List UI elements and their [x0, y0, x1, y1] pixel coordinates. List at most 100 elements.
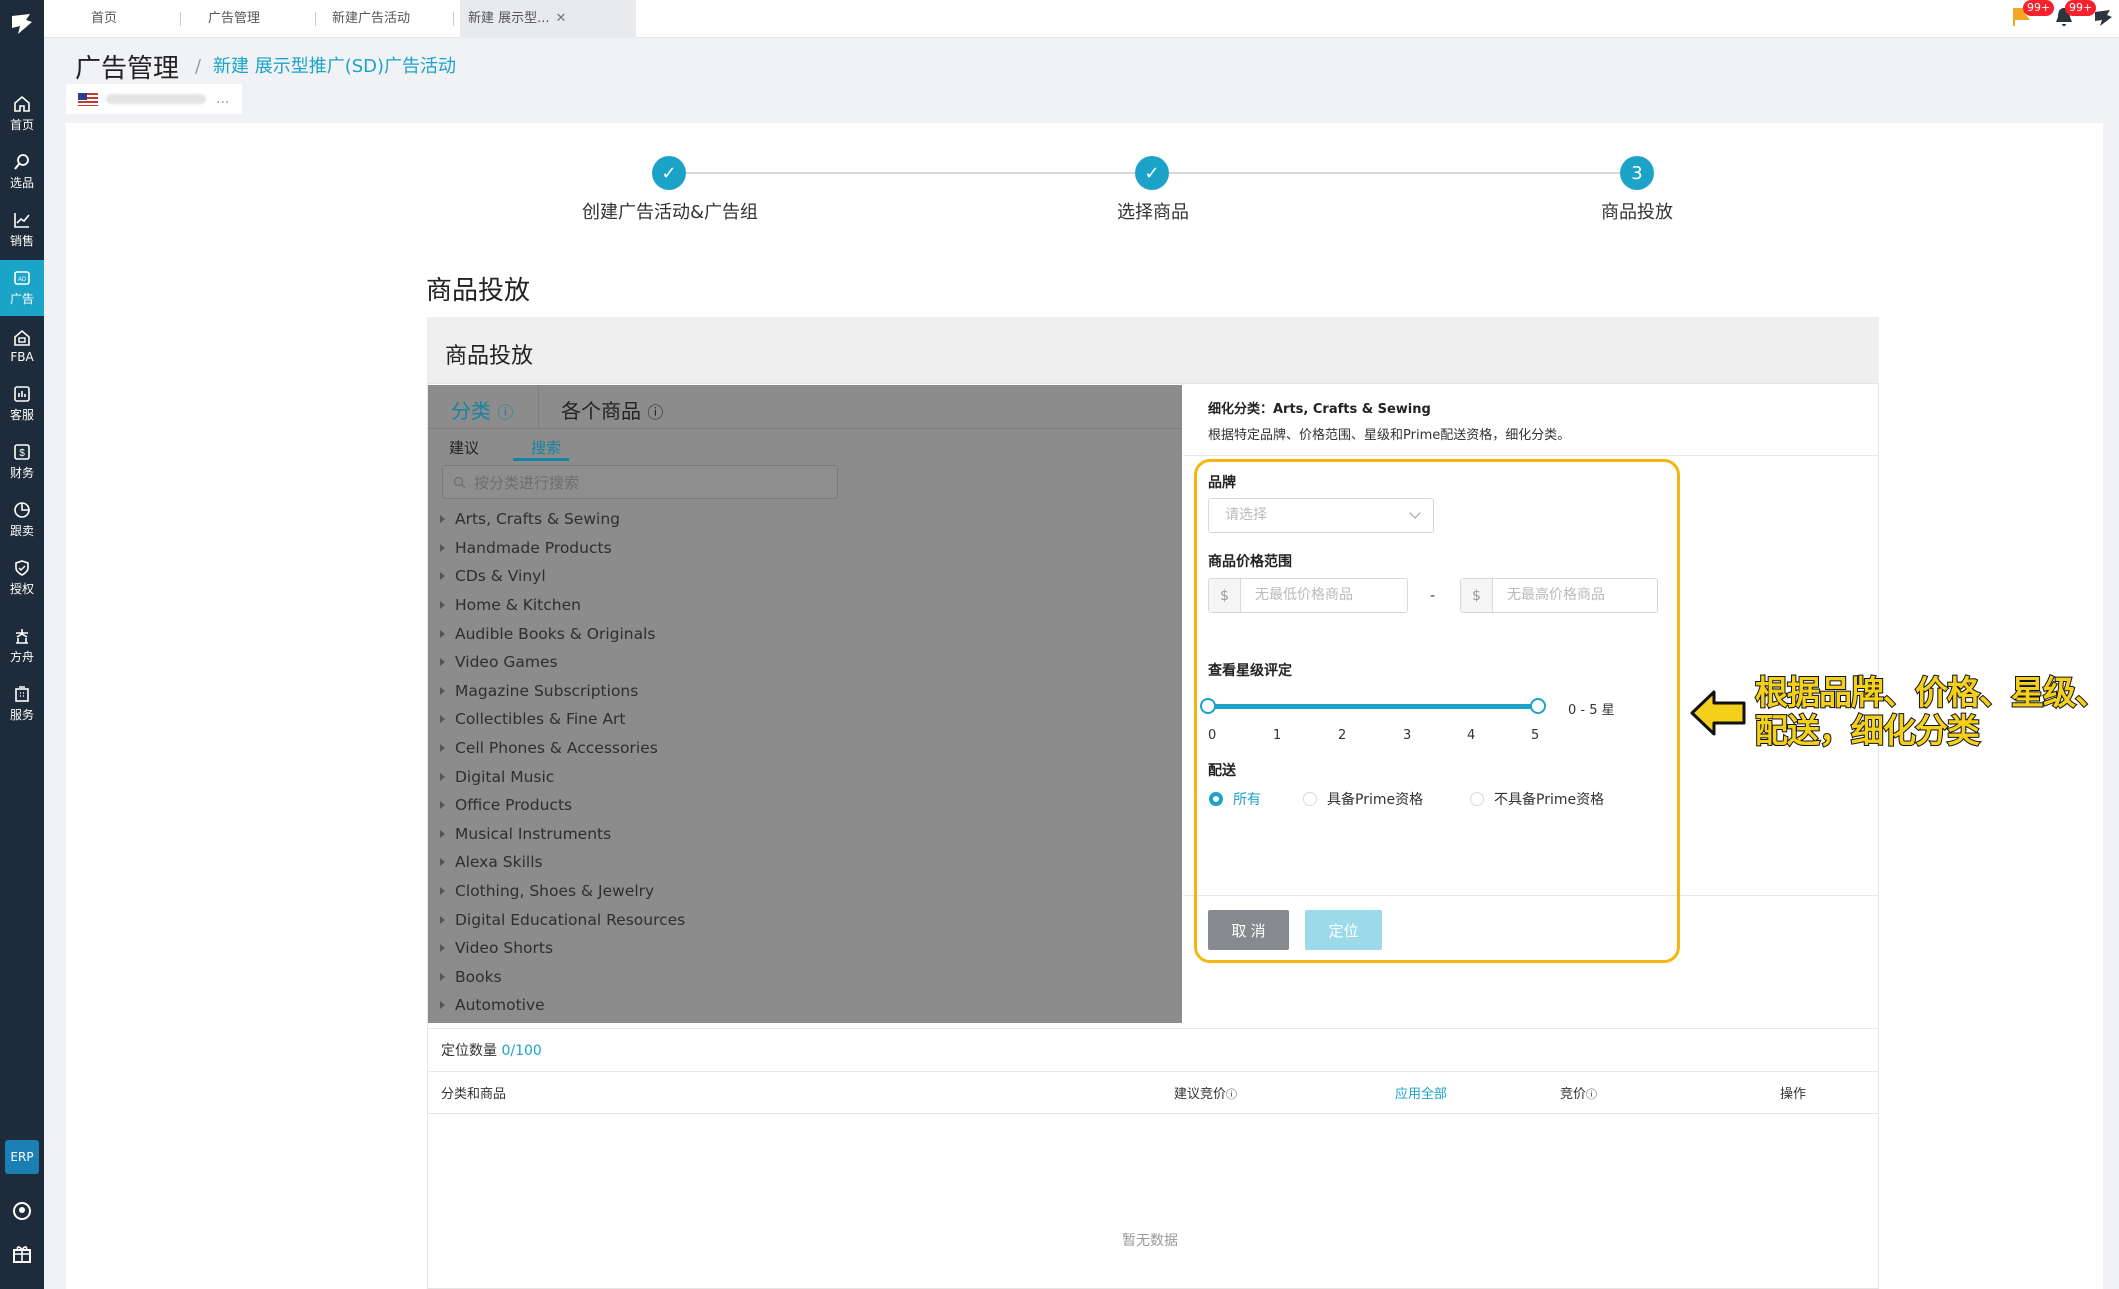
tab-separator	[453, 12, 454, 26]
ark-icon	[16, 629, 28, 644]
category-list-item[interactable]: Clothing, Shoes & Jewelry	[428, 877, 1182, 906]
category-list-item[interactable]: Video Games	[428, 648, 1182, 677]
sidebar-item-fba[interactable]: FBA	[0, 318, 44, 374]
top-tab-bar: 首页 广告管理 新建广告活动 新建 展示型... ✕ 99+ 99+	[44, 0, 2119, 38]
gift-icon[interactable]	[11, 1242, 33, 1264]
category-list-item[interactable]: Collectibles & Fine Art	[428, 705, 1182, 734]
caret-right-icon	[440, 658, 445, 667]
tab-home[interactable]: 首页	[83, 0, 125, 38]
step-3-current: 3	[1620, 156, 1654, 190]
caret-right-icon	[440, 887, 445, 896]
sidebar-item-ads[interactable]: AD 广告	[0, 260, 44, 316]
store-name-redacted	[106, 94, 206, 104]
step-connector	[1168, 172, 1637, 174]
category-label: Digital Music	[455, 767, 555, 786]
highlight-box	[1194, 459, 1680, 963]
sidebar-item-customer-service[interactable]: 客服	[0, 376, 44, 432]
sidebar-item-home[interactable]: 首页	[0, 86, 44, 142]
dollar-icon: $	[14, 444, 30, 460]
category-list-item[interactable]: Musical Instruments	[428, 820, 1182, 849]
category-label: Handmade Products	[455, 538, 612, 557]
column-header-category-product: 分类和商品	[441, 1087, 507, 1102]
subtab-search[interactable]: 搜索	[531, 437, 561, 458]
home-icon	[14, 95, 30, 112]
sidebar-item-sales[interactable]: 销售	[0, 202, 44, 258]
category-label: Alexa Skills	[455, 853, 543, 872]
category-search-input[interactable]: 按分类进行搜索	[442, 465, 838, 499]
category-list-item[interactable]: Digital Music	[428, 762, 1182, 791]
sidebar-item-ark[interactable]: 方舟	[0, 618, 44, 674]
caret-right-icon	[440, 1001, 445, 1010]
target-count-value: 0/100	[501, 1043, 542, 1059]
tab-ad-management[interactable]: 广告管理	[200, 0, 268, 38]
category-list-item[interactable]: Magazine Subscriptions	[428, 677, 1182, 706]
category-list-item[interactable]: Handmade Products	[428, 534, 1182, 563]
tab-individual-products[interactable]: 各个商品 ⓘ	[561, 395, 663, 424]
us-flag-icon	[78, 92, 98, 106]
sidebar-item-label: 方舟	[9, 650, 34, 664]
category-label: Digital Educational Resources	[455, 910, 686, 929]
sidebar-item-label: FBA	[10, 349, 34, 364]
subtab-suggested[interactable]: 建议	[449, 437, 479, 458]
caret-right-icon	[440, 744, 445, 753]
svg-text:AD: AD	[18, 277, 27, 283]
sidebar-item-label: 跟卖	[9, 524, 34, 538]
category-list-item[interactable]: CDs & Vinyl	[428, 562, 1182, 591]
tab-new-campaign[interactable]: 新建广告活动	[324, 0, 418, 38]
category-list-item[interactable]: Video Shorts	[428, 934, 1182, 963]
support-icon[interactable]	[11, 1200, 33, 1222]
fba-icon	[14, 329, 30, 346]
tab-label: 广告管理	[208, 11, 261, 26]
user-avatar-icon[interactable]	[2092, 6, 2114, 28]
category-list-item[interactable]: Home & Kitchen	[428, 591, 1182, 620]
caret-right-icon	[440, 715, 445, 724]
category-list-item[interactable]: Alexa Skills	[428, 848, 1182, 877]
tab-category[interactable]: 分类 ⓘ	[451, 395, 513, 424]
apply-all-link[interactable]: 应用全部	[1395, 1083, 1447, 1102]
close-icon[interactable]: ✕	[556, 11, 567, 26]
store-selector[interactable]: ...	[66, 84, 242, 114]
sidebar: 首页 选品 销售 AD 广告 FBA 客服 $ 财务 跟卖 授权 方舟 服务 E…	[0, 0, 44, 1289]
search-icon	[453, 476, 466, 488]
category-list-item[interactable]: Cell Phones & Accessories	[428, 734, 1182, 763]
breadcrumb-separator: /	[195, 56, 202, 77]
category-label: Automotive	[455, 996, 545, 1015]
sidebar-item-label: 广告	[9, 292, 34, 306]
divider	[428, 1028, 1878, 1029]
category-label: Musical Instruments	[455, 824, 612, 843]
tab-label: 新建广告活动	[332, 11, 411, 26]
sidebar-item-label: 财务	[9, 466, 34, 480]
arrow-left-icon	[1690, 690, 1746, 736]
refine-title: 细化分类：Arts, Crafts & Sewing	[1208, 402, 1431, 417]
category-list-item[interactable]: Books	[428, 963, 1182, 992]
category-list-item[interactable]: Office Products	[428, 791, 1182, 820]
caret-right-icon	[440, 915, 445, 924]
breadcrumb[interactable]: 新建 展示型推广(SD)广告活动	[213, 52, 456, 78]
service-icon	[14, 386, 30, 402]
ad-icon: AD	[14, 271, 30, 285]
search-placeholder: 按分类进行搜索	[474, 473, 580, 492]
sidebar-item-product-selection[interactable]: 选品	[0, 144, 44, 200]
sidebar-item-finance[interactable]: $ 财务	[0, 434, 44, 490]
sidebar-item-label: 销售	[9, 234, 34, 248]
category-list-item[interactable]: Digital Educational Resources	[428, 905, 1182, 934]
sidebar-item-authorization[interactable]: 授权	[0, 550, 44, 606]
category-list-item[interactable]: Audible Books & Originals	[428, 619, 1182, 648]
sidebar-item-follow-sell[interactable]: 跟卖	[0, 492, 44, 548]
category-list-item[interactable]: Arts, Crafts & Sewing	[428, 505, 1182, 534]
category-list-item[interactable]: Automotive	[428, 991, 1182, 1020]
tab-new-sd-campaign[interactable]: 新建 展示型... ✕	[460, 0, 636, 38]
category-panel: 分类 ⓘ 各个商品 ⓘ 建议 搜索 按分类进行搜索 Arts, Crafts &…	[428, 385, 1182, 1023]
tab-separator	[538, 385, 539, 429]
info-icon: ⓘ	[497, 403, 514, 422]
pie-icon	[14, 502, 30, 518]
category-label: Video Shorts	[455, 939, 554, 958]
column-header-actions: 操作	[1780, 1087, 1807, 1102]
erp-button[interactable]: ERP	[5, 1140, 39, 1174]
sidebar-item-services[interactable]: 服务	[0, 676, 44, 732]
svg-text:$: $	[19, 448, 25, 459]
app-logo-icon[interactable]	[8, 10, 36, 38]
building-icon	[15, 686, 29, 702]
divider	[428, 1071, 1878, 1072]
tab-label: 各个商品	[561, 399, 641, 423]
